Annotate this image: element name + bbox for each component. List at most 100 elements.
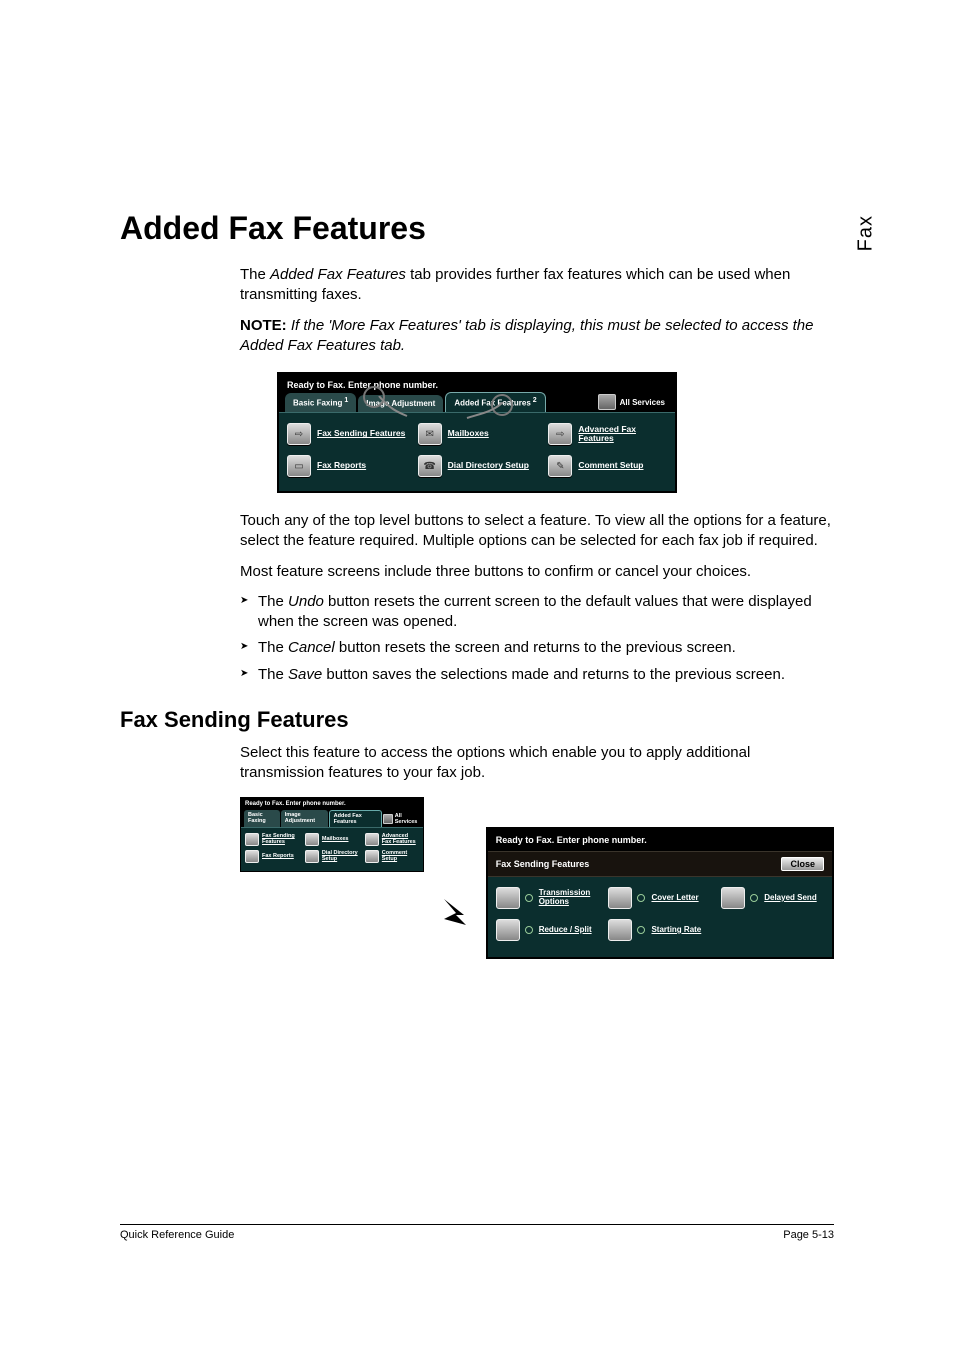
- reduce-indicator: [525, 926, 533, 934]
- detail-screenshot: Ready to Fax. Enter phone number. Fax Se…: [486, 827, 834, 959]
- delayed-indicator: [750, 894, 758, 902]
- mailboxes-icon: ✉: [418, 423, 442, 445]
- detail-feat-cover-label: Cover Letter: [651, 894, 698, 903]
- section-fax-sending-title: Fax Sending Features: [120, 707, 834, 733]
- main-screenshot: Ready to Fax. Enter phone number. Basic …: [277, 372, 677, 493]
- section2-p1: Select this feature to access the option…: [240, 743, 834, 784]
- section2-body: Select this feature to access the option…: [240, 743, 834, 784]
- mini-all-services-label: All Services: [395, 813, 420, 825]
- mini-all-services-icon: [383, 814, 393, 824]
- main-ss-panel: ⇨ Fax Sending Features ✉ Mailboxes ⇨ Adv…: [279, 412, 675, 491]
- detail-feat-delayed[interactable]: Delayed Send: [721, 887, 824, 909]
- footer-right: Page 5-13: [783, 1229, 834, 1241]
- main-ss-frame: Ready to Fax. Enter phone number. Basic …: [277, 372, 677, 493]
- feature-dial-directory[interactable]: ☎ Dial Directory Setup: [418, 455, 537, 477]
- page-title: Added Fax Features: [120, 0, 834, 247]
- detail-header-label: Fax Sending Features: [496, 859, 590, 869]
- fax-sending-icon: ⇨: [287, 423, 311, 445]
- detail-feat-cover[interactable]: Cover Letter: [608, 887, 711, 909]
- starting-rate-icon: [608, 919, 632, 941]
- note-label: NOTE:: [240, 317, 287, 334]
- detail-feat-reduce[interactable]: Reduce / Split: [496, 919, 599, 941]
- page-footer: Quick Reference Guide Page 5-13: [120, 1224, 834, 1241]
- intro-paragraph: The Added Fax Features tab provides furt…: [240, 265, 834, 306]
- mini-tab-added[interactable]: Added Fax Features: [329, 810, 382, 827]
- b2-post: button resets the screen and returns to …: [335, 639, 736, 656]
- feature-fax-sending-label: Fax Sending Features: [317, 429, 405, 438]
- mini-topbar: Ready to Fax. Enter phone number.: [241, 798, 423, 810]
- all-services-button[interactable]: All Services: [594, 392, 669, 412]
- tab-basic-sup: 1: [344, 397, 348, 404]
- detail-feat-transmission[interactable]: Transmission Options: [496, 887, 599, 909]
- feature-fax-sending[interactable]: ⇨ Fax Sending Features: [287, 423, 406, 445]
- detail-feat-transmission-label: Transmission Options: [539, 889, 599, 907]
- mini-feat-advanced-label: Advanced Fax Features: [382, 834, 419, 846]
- callout-1-curve: [349, 396, 409, 418]
- mini-screenshot: Ready to Fax. Enter phone number. Basic …: [240, 797, 424, 872]
- advanced-fax-icon: ⇨: [548, 423, 572, 445]
- detail-header: Fax Sending Features Close: [488, 851, 832, 877]
- cover-letter-icon: [608, 887, 632, 909]
- mini-feat-directory[interactable]: Dial Directory Setup: [305, 850, 359, 863]
- callout-2-curve: [465, 402, 505, 420]
- intro-pre: The: [240, 266, 270, 283]
- body2-p2: Most feature screens include three butto…: [240, 562, 834, 582]
- bullet-cancel: The Cancel button resets the screen and …: [240, 638, 834, 658]
- tab-added-sup: 2: [533, 397, 537, 404]
- mini-feat-mailboxes-label: Mailboxes: [322, 837, 349, 843]
- mini-feat-mailboxes[interactable]: Mailboxes: [305, 833, 359, 846]
- intro-block: The Added Fax Features tab provides furt…: [240, 265, 834, 356]
- feature-dial-directory-label: Dial Directory Setup: [448, 461, 529, 470]
- detail-feat-delayed-label: Delayed Send: [764, 894, 816, 903]
- mini-all-services[interactable]: All Services: [383, 810, 420, 827]
- detail-feat-starting-label: Starting Rate: [651, 926, 701, 935]
- mini-feat-comment-label: Comment Setup: [382, 851, 419, 863]
- feature-advanced-fax-label: Advanced Fax Features: [578, 425, 667, 444]
- b2-em: Cancel: [288, 639, 335, 656]
- cover-indicator: [637, 894, 645, 902]
- detail-feat-starting[interactable]: Starting Rate: [608, 919, 711, 941]
- mini-sending-icon: [245, 833, 259, 846]
- mini-feat-sending[interactable]: Fax Sending Features: [245, 833, 299, 846]
- transmission-icon: [496, 887, 520, 909]
- mini-feat-sending-label: Fax Sending Features: [262, 834, 299, 846]
- mini-tab-basic[interactable]: Basic Faxing: [244, 810, 280, 827]
- body-block-2: Touch any of the top level buttons to se…: [240, 511, 834, 685]
- feature-comment-setup[interactable]: ✎ Comment Setup: [548, 455, 667, 477]
- mini-mailboxes-icon: [305, 833, 319, 846]
- mini-tabs: Basic Faxing Image Adjustment Added Fax …: [241, 810, 423, 827]
- note-paragraph: NOTE: If the 'More Fax Features' tab is …: [240, 316, 834, 357]
- tab-basic-faxing[interactable]: Basic Faxing1: [285, 393, 356, 412]
- detail-panel: Transmission Options Cover Letter Delaye…: [488, 877, 832, 957]
- feature-fax-reports[interactable]: ▭ Fax Reports: [287, 455, 406, 477]
- footer-left: Quick Reference Guide: [120, 1229, 234, 1241]
- all-services-label: All Services: [620, 398, 665, 407]
- mini-feat-advanced[interactable]: Advanced Fax Features: [365, 833, 419, 846]
- feature-advanced-fax[interactable]: ⇨ Advanced Fax Features: [548, 423, 667, 445]
- mini-tab-image[interactable]: Image Adjustment: [281, 810, 328, 827]
- bullet-undo: The Undo button resets the current scree…: [240, 592, 834, 633]
- b3-em: Save: [288, 666, 322, 683]
- mini-reports-icon: [245, 850, 259, 863]
- mini-feat-directory-label: Dial Directory Setup: [322, 851, 359, 863]
- feature-comment-setup-label: Comment Setup: [578, 461, 643, 470]
- feature-fax-reports-label: Fax Reports: [317, 461, 366, 470]
- button-behavior-list: The Undo button resets the current scree…: [240, 592, 834, 685]
- b1-pre: The: [258, 593, 288, 610]
- mini-feat-reports[interactable]: Fax Reports: [245, 850, 299, 863]
- mini-advanced-icon: [365, 833, 379, 846]
- page: Fax Added Fax Features The Added Fax Fea…: [0, 0, 954, 1351]
- close-button[interactable]: Close: [781, 857, 824, 871]
- body2-p1: Touch any of the top level buttons to se…: [240, 511, 834, 552]
- mini-directory-icon: [305, 850, 319, 863]
- b1-em: Undo: [288, 593, 324, 610]
- mini-feat-comment[interactable]: Comment Setup: [365, 850, 419, 863]
- mini-panel: Fax Sending Features Mailboxes Advanced …: [241, 827, 423, 871]
- b3-post: button saves the selections made and ret…: [322, 666, 785, 683]
- feature-mailboxes[interactable]: ✉ Mailboxes: [418, 423, 537, 445]
- flow-arrow-icon: [442, 897, 468, 927]
- detail-feat-reduce-label: Reduce / Split: [539, 926, 592, 935]
- side-chapter-label: Fax: [854, 215, 877, 251]
- fax-reports-icon: ▭: [287, 455, 311, 477]
- transmission-indicator: [525, 894, 533, 902]
